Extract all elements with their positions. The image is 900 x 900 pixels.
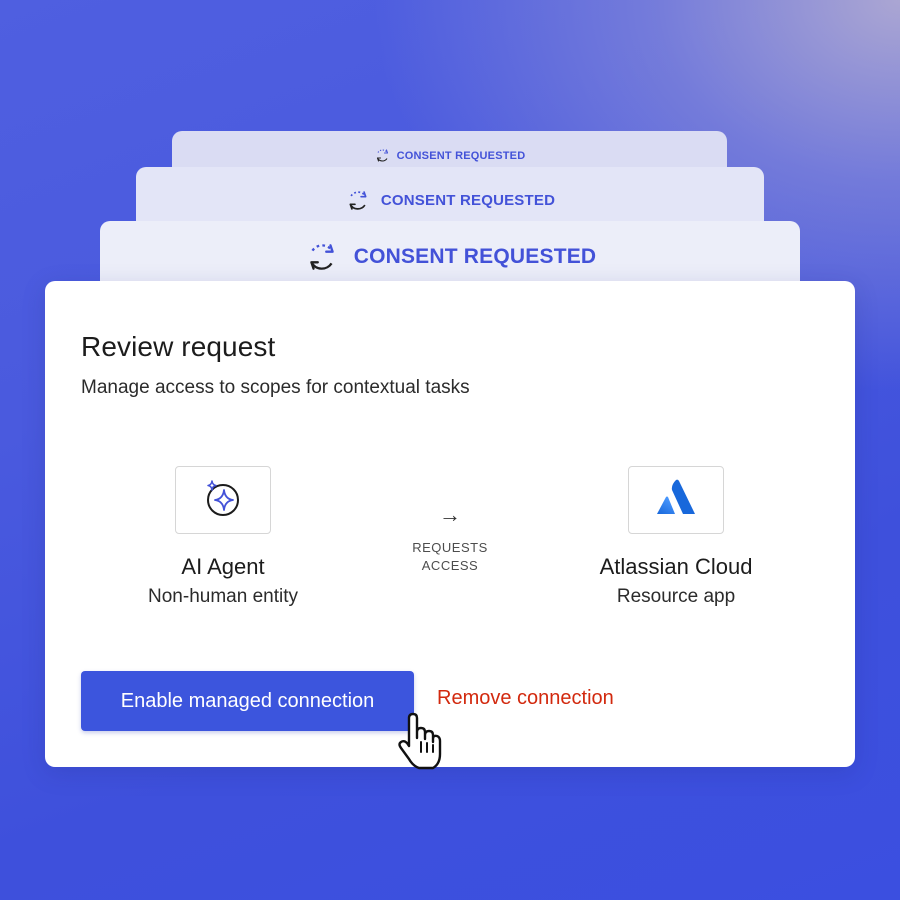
requests-access-relation: → REQUESTS ACCESS xyxy=(390,503,510,575)
consent-label: CONSENT REQUESTED xyxy=(396,149,526,162)
consent-label: CONSENT REQUESTED xyxy=(380,192,556,209)
resource-entity: Atlassian Cloud Resource app xyxy=(546,466,806,608)
arrow-right-icon: → xyxy=(439,502,461,527)
resource-name: Atlassian Cloud xyxy=(599,554,753,579)
consent-status: CONSENT REQUESTED xyxy=(345,189,555,212)
review-request-card: Review request Manage access to scopes f… xyxy=(45,281,855,767)
page-title: Review request xyxy=(81,331,276,362)
agent-entity: AI Agent Non-human entity xyxy=(93,466,353,608)
refresh-cycle-icon xyxy=(304,241,340,273)
hand-pointer-cursor-icon xyxy=(395,712,443,772)
refresh-cycle-icon xyxy=(374,148,391,163)
ai-sparkle-icon xyxy=(203,478,243,523)
agent-icon-tile xyxy=(175,466,271,534)
agent-name: AI Agent xyxy=(181,554,265,579)
consent-status: CONSENT REQUESTED xyxy=(304,241,597,273)
resource-icon-tile xyxy=(628,466,724,534)
enable-managed-connection-button[interactable]: Enable managed connection xyxy=(81,671,414,731)
resource-description: Resource app xyxy=(616,586,736,607)
relation-label: REQUESTS ACCESS xyxy=(412,540,488,573)
agent-description: Non-human entity xyxy=(148,586,298,607)
consent-label: CONSENT REQUESTED xyxy=(353,245,597,268)
page-subtitle: Manage access to scopes for contextual t… xyxy=(81,377,470,398)
remove-connection-button[interactable]: Remove connection xyxy=(437,687,614,710)
consent-status: CONSENT REQUESTED xyxy=(374,148,526,163)
refresh-cycle-icon xyxy=(345,189,371,212)
atlassian-logo-icon xyxy=(654,476,698,525)
